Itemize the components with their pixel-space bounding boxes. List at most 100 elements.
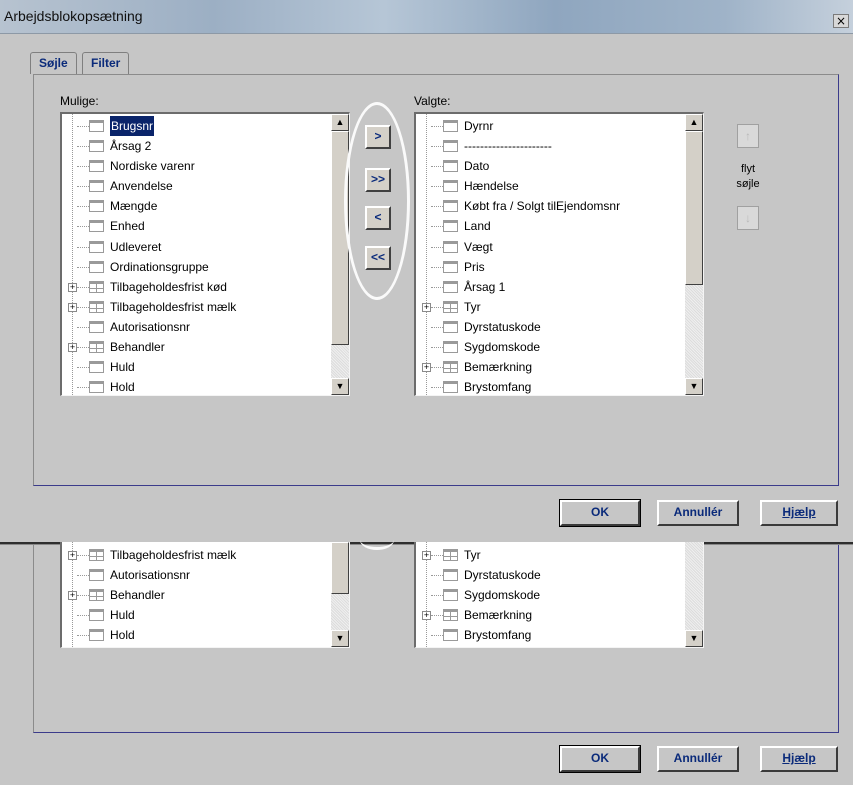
available-list[interactable]: Brugsnr Årsag 2 Nordiske varenr Anvendelse M… [60, 112, 350, 396]
scroll-thumb[interactable] [331, 542, 349, 594]
list-item[interactable]: Autorisationsnr [66, 317, 329, 337]
list-item[interactable]: Brugsnr [66, 115, 329, 137]
list-item-label: Udleveret [110, 239, 162, 254]
remove-all-button[interactable]: << [365, 246, 391, 270]
list-item[interactable]: Brystomfang [420, 625, 683, 645]
tree-connector [431, 146, 443, 148]
column-icon [443, 260, 458, 273]
list-item[interactable]: Enhed [66, 216, 329, 236]
scroll-down-arrow-icon[interactable]: ▼ [685, 630, 703, 647]
cancel-button[interactable]: Annullér [657, 500, 739, 526]
list-item[interactable]: Autorisationsnr [66, 565, 329, 585]
ghost-selected-list[interactable]: + Tyr Dyrstatuskode Sygdomskode + Bemærkning B… [414, 542, 704, 648]
remove-button[interactable]: < [365, 206, 391, 230]
ok-button[interactable]: OK [559, 499, 641, 527]
ghost-cancel-button[interactable]: Annullér [657, 746, 739, 772]
list-item-label: Årsag 1 [464, 279, 506, 294]
list-item[interactable]: + Behandler [66, 337, 329, 357]
selected-list[interactable]: Dyrnr ---------------------- Dato Hændelse K… [414, 112, 704, 396]
tree-connector [77, 166, 89, 168]
scroll-down-arrow-icon[interactable]: ▼ [331, 378, 349, 395]
ghost-help-button[interactable]: Hjælp [760, 746, 838, 772]
expand-plus-icon[interactable]: + [422, 302, 431, 312]
add-all-button[interactable]: >> [365, 168, 391, 192]
expand-plus-icon[interactable]: + [68, 591, 77, 601]
list-item[interactable]: Ordinationsgruppe [66, 257, 329, 277]
ghost-ok-button[interactable]: OK [559, 745, 641, 773]
close-button[interactable]: × [833, 14, 849, 28]
list-item[interactable]: Huld [66, 357, 329, 377]
list-item[interactable]: Dyrstatuskode [420, 565, 683, 585]
list-item[interactable]: + Bemærkning [420, 605, 683, 625]
move-down-button[interactable]: ↓ [737, 206, 759, 230]
list-item[interactable]: + Behandler [66, 585, 329, 605]
expand-plus-icon[interactable]: + [68, 302, 77, 312]
tree-connector [77, 266, 89, 268]
scroll-up-arrow-icon[interactable]: ▲ [331, 114, 349, 131]
list-item[interactable]: Hold [66, 377, 329, 395]
list-item[interactable]: + Tilbageholdesfrist mælk [66, 297, 329, 317]
list-item[interactable]: Sygdomskode [420, 585, 683, 605]
list-item[interactable]: Udleveret [66, 237, 329, 257]
list-item[interactable]: Hændelse [420, 176, 683, 196]
list-item[interactable]: Brystomfang [420, 377, 683, 395]
list-item-label: Hændelse [464, 179, 519, 194]
expand-plus-icon[interactable]: + [422, 363, 431, 373]
tree-connector [431, 126, 443, 127]
scroll-up-arrow-icon[interactable]: ▲ [685, 114, 703, 131]
tab-column[interactable]: Søjle [30, 52, 77, 74]
available-scrollbar[interactable]: ▲ ▼ [331, 114, 349, 395]
expand-plus-icon[interactable]: + [68, 282, 77, 292]
list-item[interactable]: Årsag 1 [420, 277, 683, 297]
list-item[interactable]: + Tyr [420, 297, 683, 317]
list-item[interactable]: + Tyr [420, 545, 683, 565]
list-item[interactable]: Mængde [66, 196, 329, 216]
list-item[interactable]: Dyrstatuskode [420, 317, 683, 337]
list-item-label: Behandler [110, 340, 165, 355]
column-icon [89, 160, 104, 173]
list-item[interactable]: Dato [420, 156, 683, 176]
tree-connector [431, 615, 443, 617]
list-item[interactable]: Huld [66, 605, 329, 625]
expand-plus-icon[interactable]: + [422, 551, 431, 560]
ghost-available-list[interactable]: + Tilbageholdesfrist mælk Autorisationsnr +… [60, 542, 350, 648]
list-item[interactable]: Nordiske varenr [66, 156, 329, 176]
list-item[interactable]: ---------------------- [420, 136, 683, 156]
list-item[interactable]: + Bemærkning [420, 357, 683, 377]
tab-filter[interactable]: Filter [82, 52, 130, 74]
move-up-button[interactable]: ↑ [737, 124, 759, 148]
list-item[interactable]: + Tilbageholdesfrist kød [66, 277, 329, 297]
column-icon [89, 609, 104, 622]
table-group-icon [89, 280, 104, 293]
help-button[interactable]: Hjælp [760, 500, 838, 526]
list-item[interactable]: Land [420, 216, 683, 236]
tree-connector [77, 595, 89, 597]
list-item[interactable]: Købt fra / Solgt tilEjendomsnr [420, 196, 683, 216]
list-item[interactable]: Pris [420, 257, 683, 277]
scroll-down-arrow-icon[interactable]: ▼ [685, 378, 703, 395]
list-item[interactable]: Årsag 2 [66, 136, 329, 156]
selected-scrollbar[interactable]: ▲ ▼ [685, 114, 703, 395]
scroll-thumb[interactable] [685, 131, 703, 285]
tree-connector [431, 186, 443, 188]
ghost-available-scrollbar[interactable]: ▼ [331, 542, 349, 647]
column-icon [89, 180, 104, 193]
title-bar: Arbejdsblokopsætning × [0, 0, 853, 34]
column-icon [443, 569, 458, 582]
tree-connector [431, 555, 443, 556]
list-item[interactable]: Anvendelse [66, 176, 329, 196]
list-item[interactable]: Vægt [420, 237, 683, 257]
add-button[interactable]: > [365, 125, 391, 149]
list-item[interactable]: Sygdomskode [420, 337, 683, 357]
ghost-selected-scrollbar[interactable]: ▼ [685, 542, 703, 647]
expand-plus-icon[interactable]: + [68, 343, 77, 353]
expand-plus-icon[interactable]: + [422, 611, 431, 621]
list-item-label: Bemærkning [464, 608, 533, 623]
tree-connector [77, 387, 89, 389]
list-item[interactable]: Hold [66, 625, 329, 645]
expand-plus-icon[interactable]: + [68, 551, 77, 560]
list-item-label: Brystomfang [464, 628, 532, 643]
list-item[interactable]: + Tilbageholdesfrist mælk [66, 545, 329, 565]
list-item[interactable]: Dyrnr [420, 116, 683, 136]
scroll-down-arrow-icon[interactable]: ▼ [331, 630, 349, 647]
